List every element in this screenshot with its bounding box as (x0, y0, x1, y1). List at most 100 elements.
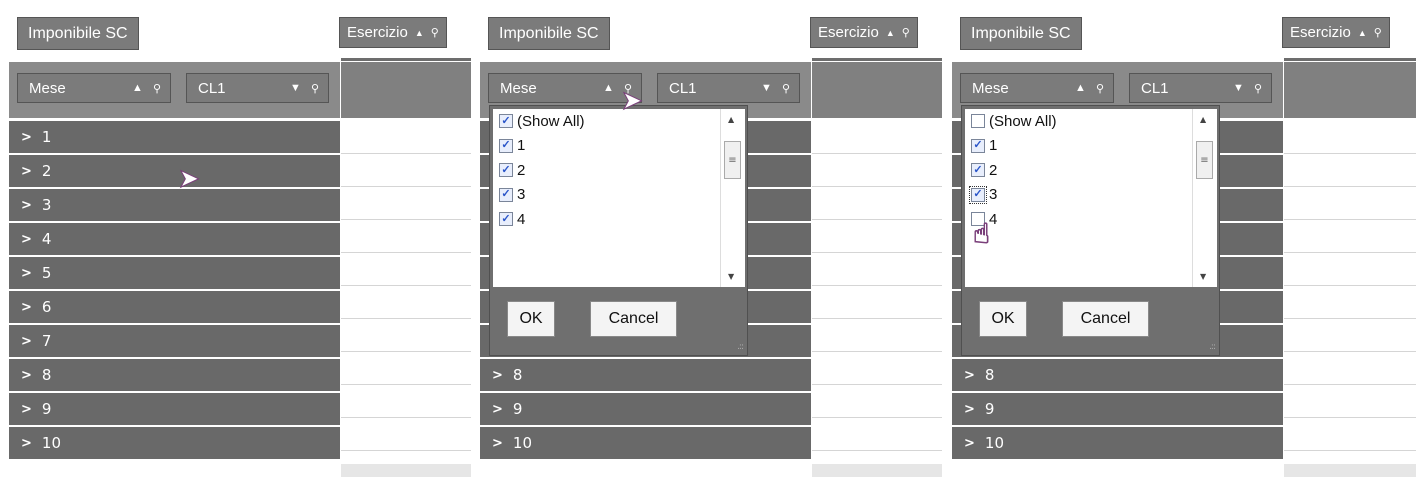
filter-icon[interactable]: ⚲ (431, 26, 439, 39)
chevron-right-icon[interactable]: > (21, 266, 32, 281)
filter-option[interactable]: ✓ 2 (493, 158, 720, 183)
filter-option[interactable]: ✓ 1 (965, 134, 1192, 159)
chevron-right-icon[interactable]: > (492, 436, 503, 451)
filter-option[interactable]: ✓ 3 (493, 183, 720, 208)
filter-icon[interactable]: ⚲ (1096, 82, 1104, 95)
mese-field[interactable]: Mese ▲ ⚲ (960, 73, 1114, 103)
chevron-right-icon[interactable]: > (492, 402, 503, 417)
table-row[interactable]: >8 (9, 359, 340, 391)
scrollbar[interactable]: ▲ ≡ ▼ (1192, 109, 1217, 287)
cancel-button[interactable]: Cancel (590, 301, 677, 337)
table-row[interactable]: >10 (952, 427, 1283, 459)
chevron-right-icon[interactable]: > (21, 198, 32, 213)
filter-option[interactable]: ✓ 3 (965, 183, 1192, 208)
imponibile-sc-label: Imponibile SC (499, 24, 599, 42)
esercizio-field[interactable]: Esercizio ▲ ⚲ (1282, 17, 1390, 48)
scroll-up-icon[interactable]: ▲ (1200, 115, 1206, 124)
filter-option[interactable]: ✓ 4 (493, 207, 720, 232)
scrollbar[interactable]: ▲ ≡ ▼ (720, 109, 745, 287)
sort-up-icon[interactable]: ▲ (132, 82, 143, 95)
filter-option-show-all[interactable]: ✓ (Show All) (493, 109, 720, 134)
chevron-right-icon[interactable]: > (21, 130, 32, 145)
sort-up-icon[interactable]: ▲ (1358, 28, 1367, 38)
ok-button[interactable]: OK (979, 301, 1027, 337)
sort-down-icon[interactable]: ▼ (761, 82, 772, 95)
sort-down-icon[interactable]: ▼ (1233, 82, 1244, 95)
checkbox[interactable]: ✓ (969, 185, 987, 204)
chevron-right-icon[interactable]: > (964, 436, 975, 451)
scroll-down-icon[interactable]: ▼ (728, 272, 734, 281)
checkbox[interactable]: ✓ (499, 212, 513, 227)
imponibile-sc-field[interactable]: Imponibile SC (17, 17, 139, 50)
esercizio-field[interactable]: Esercizio ▲ ⚲ (339, 17, 447, 48)
filter-icon[interactable]: ⚲ (153, 82, 161, 95)
chevron-right-icon[interactable]: > (21, 300, 32, 315)
chevron-right-icon[interactable]: > (21, 334, 32, 349)
table-row[interactable]: >5 (9, 257, 340, 289)
chevron-right-icon[interactable]: > (21, 232, 32, 247)
table-row[interactable]: >8 (952, 359, 1283, 391)
chevron-right-icon[interactable]: > (21, 402, 32, 417)
filter-icon[interactable]: ⚲ (1374, 26, 1382, 39)
checkbox[interactable]: ✓ (971, 163, 985, 178)
column-header-strip (341, 62, 471, 118)
checkbox[interactable] (971, 114, 985, 129)
sort-up-icon[interactable]: ▲ (1075, 82, 1086, 95)
resize-grip-icon[interactable]: .:: (1209, 342, 1216, 352)
table-row[interactable]: >4 (9, 223, 340, 255)
chevron-right-icon[interactable]: > (21, 164, 32, 179)
table-row[interactable]: >7 (9, 325, 340, 357)
filter-icon[interactable]: ⚲ (782, 82, 790, 95)
chevron-right-icon[interactable]: > (21, 436, 32, 451)
imponibile-sc-field[interactable]: Imponibile SC (960, 17, 1082, 50)
esercizio-field[interactable]: Esercizio ▲ ⚲ (810, 17, 918, 48)
cl1-field[interactable]: CL1 ▼ ⚲ (186, 73, 329, 103)
chevron-right-icon[interactable]: > (21, 368, 32, 383)
checkbox[interactable]: ✓ (499, 163, 513, 178)
table-row[interactable]: >6 (9, 291, 340, 323)
resize-grip-icon[interactable]: .:: (737, 342, 744, 352)
scroll-thumb[interactable]: ≡ (1196, 141, 1213, 179)
filter-icon[interactable]: ⚲ (902, 26, 910, 39)
mese-field[interactable]: Mese ▲ ⚲ (17, 73, 171, 103)
table-row[interactable]: >10 (9, 427, 340, 459)
checkbox[interactable]: ✓ (499, 187, 513, 202)
filter-option-show-all[interactable]: (Show All) (965, 109, 1192, 134)
filter-icon[interactable]: ⚲ (1254, 82, 1262, 95)
mese-field[interactable]: Mese ▲ ⚲ (488, 73, 642, 103)
table-row[interactable]: >2 (9, 155, 340, 187)
data-column-footer (341, 464, 471, 477)
table-row[interactable]: >9 (952, 393, 1283, 425)
checkbox[interactable]: ✓ (499, 114, 513, 129)
chevron-right-icon[interactable]: > (964, 368, 975, 383)
table-row[interactable]: >1 (9, 121, 340, 153)
checkbox[interactable]: ✓ (499, 138, 513, 153)
filter-option[interactable]: 4 (965, 207, 1192, 232)
sort-up-icon[interactable]: ▲ (415, 28, 424, 38)
table-row[interactable]: >10 (480, 427, 811, 459)
mese-label: Mese (972, 79, 1009, 97)
chevron-right-icon[interactable]: > (964, 402, 975, 417)
sort-up-icon[interactable]: ▲ (886, 28, 895, 38)
cancel-button[interactable]: Cancel (1062, 301, 1149, 337)
cl1-label: CL1 (669, 79, 697, 97)
filter-option[interactable]: ✓ 1 (493, 134, 720, 159)
chevron-right-icon[interactable]: > (492, 368, 503, 383)
checkbox[interactable]: ✓ (971, 138, 985, 153)
scroll-up-icon[interactable]: ▲ (728, 115, 734, 124)
filter-option[interactable]: ✓ 2 (965, 158, 1192, 183)
imponibile-sc-field[interactable]: Imponibile SC (488, 17, 610, 50)
scroll-down-icon[interactable]: ▼ (1200, 272, 1206, 281)
cl1-field[interactable]: CL1 ▼ ⚲ (657, 73, 800, 103)
table-row[interactable]: >3 (9, 189, 340, 221)
filter-icon[interactable]: ⚲ (311, 82, 319, 95)
ok-button[interactable]: OK (507, 301, 555, 337)
scroll-thumb[interactable]: ≡ (724, 141, 741, 179)
table-row[interactable]: >8 (480, 359, 811, 391)
sort-down-icon[interactable]: ▼ (290, 82, 301, 95)
table-row[interactable]: >9 (9, 393, 340, 425)
table-row[interactable]: >9 (480, 393, 811, 425)
sort-up-icon[interactable]: ▲ (603, 82, 614, 95)
cl1-field[interactable]: CL1 ▼ ⚲ (1129, 73, 1272, 103)
esercizio-label: Esercizio (1290, 24, 1351, 41)
